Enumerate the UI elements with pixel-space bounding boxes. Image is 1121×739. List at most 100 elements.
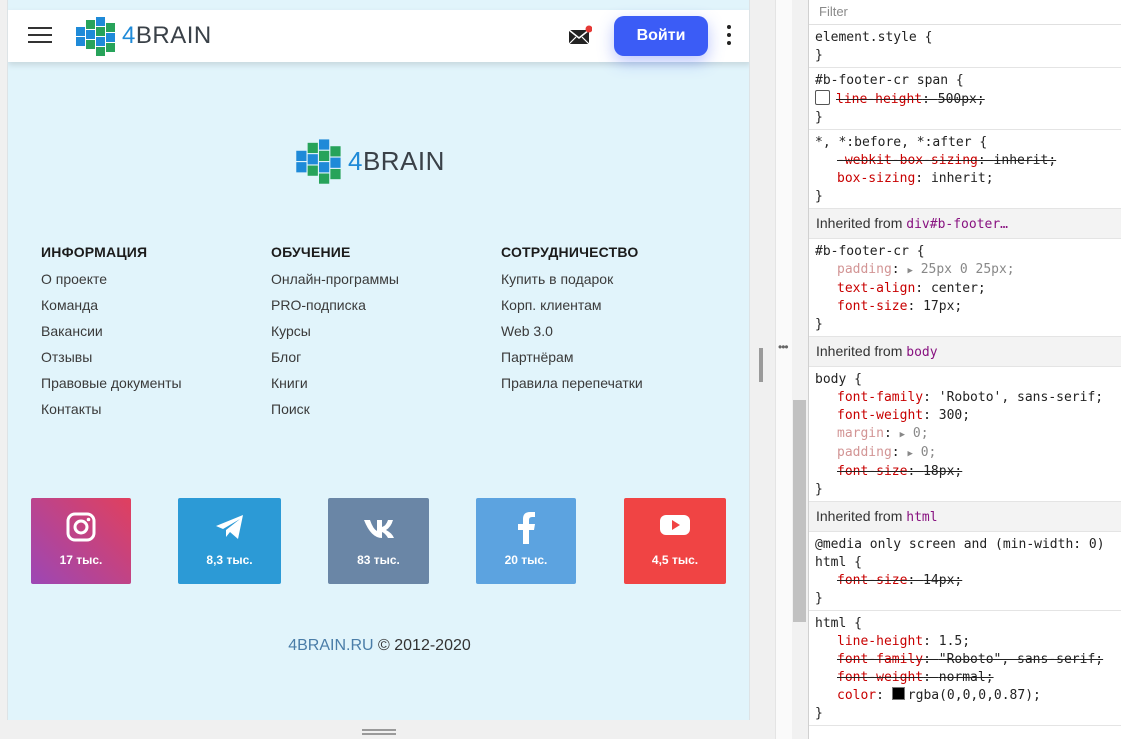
rule-selector[interactable]: html { [815,616,862,631]
footer-column-info: ИНФОРМАЦИЯ О проекте Команда Вакансии От… [41,244,182,428]
footer-link[interactable]: Онлайн-программы [271,272,399,298]
property-name[interactable]: font-family [837,652,923,667]
property-value[interactable]: center; [931,281,986,296]
rule-selector[interactable]: html { [815,555,862,570]
property-name[interactable]: font-weight [837,408,923,423]
property-name[interactable]: line-height [836,92,922,107]
footer-link[interactable]: Блог [271,350,399,376]
footer-link[interactable]: Корп. клиентам [501,298,643,324]
site-logo[interactable]: 4BRAIN [74,12,212,60]
property-name[interactable]: color [837,688,876,703]
instagram-icon [66,512,96,542]
rule-close: } [815,591,823,606]
more-icon[interactable]: ••• [778,340,789,354]
footer-link[interactable]: Поиск [271,402,399,428]
property-name[interactable]: padding [837,262,892,277]
footer-column-learning: ОБУЧЕНИЕ Онлайн-программы PRO-подписка К… [271,244,399,428]
devtools-styles-pane: Filter element.style { } #b-footer-cr sp… [808,0,1121,739]
footer-link[interactable]: Контакты [41,402,182,428]
telegram-button[interactable]: 8,3 тыс. [178,498,281,584]
property-value[interactable]: 17px; [923,299,962,314]
rule-selector[interactable]: #b-footer-cr { [815,244,925,259]
style-rule: *, *:before, *:after { -webkit-box-sizin… [809,130,1121,209]
property-value[interactable]: normal; [939,670,994,685]
footer-link[interactable]: Вакансии [41,324,182,350]
column-title: ИНФОРМАЦИЯ [41,244,148,260]
inherited-element-link[interactable]: body [906,345,937,360]
scrollbar[interactable] [792,0,808,739]
property-name[interactable]: font-size [837,464,907,479]
property-value[interactable]: 300; [939,408,970,423]
inherited-element-link[interactable]: div#b-footer… [906,217,1008,232]
property-value[interactable]: 0; [913,426,929,441]
style-rule: @media only screen and (min-width: 0) ht… [809,532,1121,611]
footer-link[interactable]: Книги [271,376,399,402]
panel-splitter[interactable]: ••• [759,0,793,739]
property-value[interactable]: inherit; [931,171,994,186]
rule-selector: element.style { [815,30,933,45]
rule-selector[interactable]: *, *:before, *:after { [815,135,987,150]
property-name[interactable]: font-size [837,299,907,314]
property-name[interactable]: margin [837,426,884,441]
footer-link[interactable]: Web 3.0 [501,324,643,350]
device-viewport-area: 4BRAIN Войти 4BRAIN ИНФОРМАЦИЯ О проекте… [0,0,775,739]
footer-link[interactable]: О проекте [41,272,182,298]
property-value[interactable]: 0; [921,445,937,460]
footer-link[interactable]: PRO-подписка [271,298,399,324]
style-rule: #b-footer-cr span { line-height: 500px; … [809,68,1121,130]
vk-button[interactable]: 83 тыс. [328,498,429,584]
rule-close: } [815,110,823,125]
property-value[interactable]: 'Roboto', sans-serif; [939,390,1103,405]
color-swatch[interactable] [891,687,905,700]
column-title: СОТРУДНИЧЕСТВО [501,244,639,260]
property-value[interactable]: 500px; [938,92,985,107]
footer-link[interactable]: Отзывы [41,350,182,376]
property-name[interactable]: font-family [837,390,923,405]
inherited-element-link[interactable]: html [906,510,937,525]
footer-link[interactable]: Правила перепечатки [501,376,643,402]
property-name[interactable]: box-sizing [837,171,915,186]
property-value[interactable]: 14px; [923,573,962,588]
property-checkbox[interactable] [815,90,830,105]
instagram-button[interactable]: 17 тыс. [31,498,131,584]
copyright-text: © 2012-2020 [373,637,471,654]
facebook-button[interactable]: 20 тыс. [476,498,576,584]
property-name[interactable]: font-weight [837,670,923,685]
filter-input[interactable]: Filter [809,0,1121,25]
menu-icon[interactable] [28,27,52,45]
column-title: ОБУЧЕНИЕ [271,244,351,260]
footer-logo[interactable]: 4BRAIN [294,136,445,186]
footer-link[interactable]: Правовые документы [41,376,182,402]
scrollbar-thumb[interactable] [793,400,806,622]
login-button[interactable]: Войти [614,16,708,56]
property-value[interactable]: 18px; [923,464,962,479]
footer-link[interactable]: Партнёрам [501,350,643,376]
rule-selector[interactable]: body { [815,372,862,387]
property-name[interactable]: padding [837,445,892,460]
rule-selector[interactable]: #b-footer-cr span { [815,73,964,88]
property-name[interactable]: -webkit-box-sizing [837,153,978,168]
footer-link[interactable]: Купить в подарок [501,272,643,298]
property-name[interactable]: text-align [837,281,915,296]
logo-text: 4BRAIN [348,145,445,176]
more-options-icon[interactable] [726,25,732,47]
property-value[interactable]: 1.5; [939,634,970,649]
property-value[interactable]: 25px 0 25px; [921,262,1015,277]
footer-link[interactable]: Курсы [271,324,399,350]
property-value[interactable]: "Roboto", sans-serif; [939,652,1103,667]
rule-close: } [815,48,823,63]
site-link[interactable]: 4BRAIN.RU [288,637,373,654]
property-value[interactable]: inherit; [994,153,1057,168]
resize-handle-bottom[interactable] [362,729,396,735]
resize-grip[interactable] [759,348,763,382]
copyright: 4BRAIN.RU © 2012-2020 [8,637,749,655]
youtube-icon [660,515,690,535]
property-name[interactable]: line-height [837,634,923,649]
property-value[interactable]: rgba(0,0,0,0.87); [908,688,1041,703]
footer-link[interactable]: Команда [41,298,182,324]
property-name[interactable]: font-size [837,573,907,588]
youtube-button[interactable]: 4,5 тыс. [624,498,726,584]
mail-icon[interactable] [568,25,593,47]
rule-close: } [815,706,823,721]
follower-count: 8,3 тыс. [206,553,253,567]
